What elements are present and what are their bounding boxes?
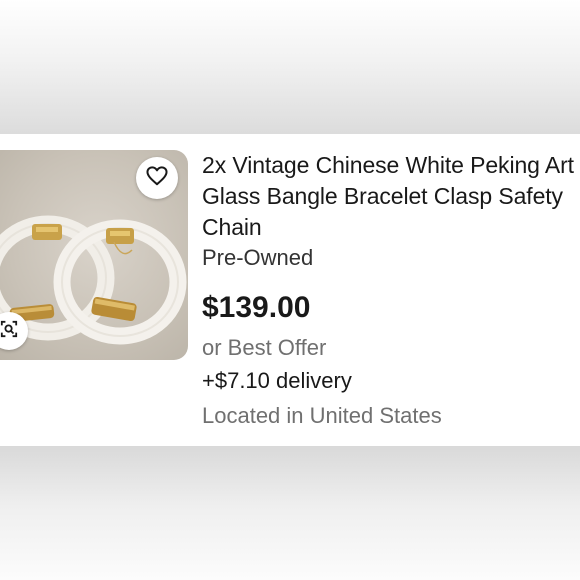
listing-title[interactable]: 2x Vintage Chinese White Peking Art Glas… bbox=[202, 150, 574, 243]
item-condition: Pre-Owned bbox=[202, 245, 314, 270]
delivery-cost: +$7.10 delivery bbox=[202, 368, 352, 393]
add-to-watchlist-button[interactable] bbox=[136, 157, 178, 199]
best-offer-label: or Best Offer bbox=[202, 335, 327, 360]
heart-icon bbox=[146, 165, 168, 191]
listing-details: 2x Vintage Chinese White Peking Art Glas… bbox=[202, 150, 574, 430]
item-location: Located in United States bbox=[202, 403, 442, 428]
image-search-icon bbox=[0, 320, 18, 343]
item-price: $139.00 bbox=[202, 291, 311, 324]
background-top bbox=[0, 0, 580, 134]
background-bottom bbox=[0, 446, 580, 580]
